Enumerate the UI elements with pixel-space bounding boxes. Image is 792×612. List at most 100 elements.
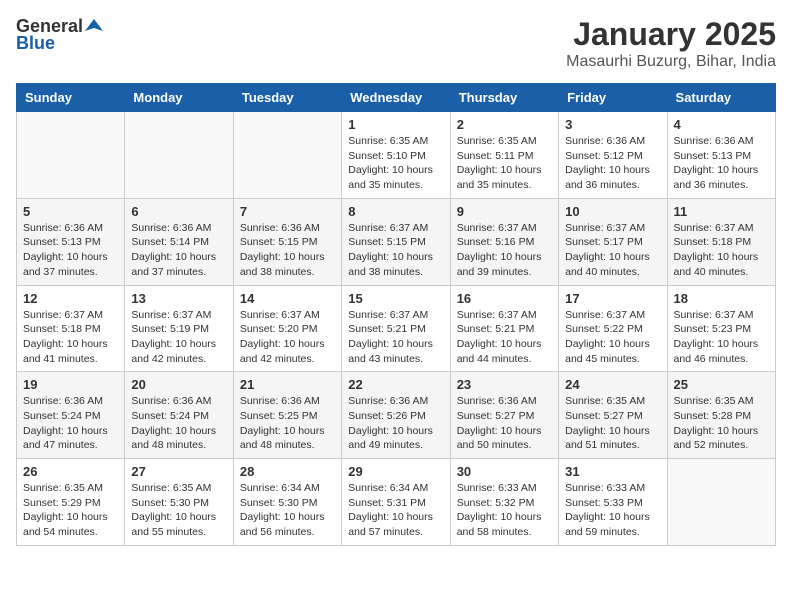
day-number: 7 xyxy=(240,204,335,219)
day-info: Sunrise: 6:36 AM Sunset: 5:13 PM Dayligh… xyxy=(674,134,769,193)
day-info: Sunrise: 6:35 AM Sunset: 5:27 PM Dayligh… xyxy=(565,394,660,453)
day-number: 2 xyxy=(457,117,552,132)
day-number: 30 xyxy=(457,464,552,479)
day-info: Sunrise: 6:37 AM Sunset: 5:22 PM Dayligh… xyxy=(565,308,660,367)
day-info: Sunrise: 6:37 AM Sunset: 5:23 PM Dayligh… xyxy=(674,308,769,367)
calendar-week-row: 12 Sunrise: 6:37 AM Sunset: 5:18 PM Dayli… xyxy=(17,285,776,372)
day-number: 31 xyxy=(565,464,660,479)
calendar-week-row: 26Sunrise: 6:35 AM Sunset: 5:29 PM Dayli… xyxy=(17,459,776,546)
calendar-cell: 16 Sunrise: 6:37 AM Sunset: 5:21 PM Dayli… xyxy=(450,285,558,372)
weekday-header-friday: Friday xyxy=(559,84,667,112)
calendar-cell: 23 Sunrise: 6:36 AM Sunset: 5:27 PM Dayli… xyxy=(450,372,558,459)
day-number: 23 xyxy=(457,377,552,392)
calendar-cell xyxy=(233,112,341,199)
weekday-header-thursday: Thursday xyxy=(450,84,558,112)
calendar-cell: 13 Sunrise: 6:37 AM Sunset: 5:19 PM Dayli… xyxy=(125,285,233,372)
calendar-cell: 12 Sunrise: 6:37 AM Sunset: 5:18 PM Dayli… xyxy=(17,285,125,372)
day-info: Sunrise: 6:37 AM Sunset: 5:18 PM Dayligh… xyxy=(23,308,118,367)
calendar-cell xyxy=(667,459,775,546)
page-header: General Blue January 2025 Masaurhi Buzur… xyxy=(16,16,776,71)
day-number: 27 xyxy=(131,464,226,479)
calendar-cell: 1 Sunrise: 6:35 AM Sunset: 5:10 PM Daylig… xyxy=(342,112,450,199)
calendar-cell: 17Sunrise: 6:37 AM Sunset: 5:22 PM Dayli… xyxy=(559,285,667,372)
day-info: Sunrise: 6:36 AM Sunset: 5:26 PM Dayligh… xyxy=(348,394,443,453)
day-number: 4 xyxy=(674,117,769,132)
weekday-header-sunday: Sunday xyxy=(17,84,125,112)
day-number: 22 xyxy=(348,377,443,392)
calendar-cell: 26Sunrise: 6:35 AM Sunset: 5:29 PM Dayli… xyxy=(17,459,125,546)
day-info: Sunrise: 6:35 AM Sunset: 5:11 PM Dayligh… xyxy=(457,134,552,193)
day-info: Sunrise: 6:33 AM Sunset: 5:32 PM Dayligh… xyxy=(457,481,552,540)
weekday-header-saturday: Saturday xyxy=(667,84,775,112)
day-info: Sunrise: 6:37 AM Sunset: 5:16 PM Dayligh… xyxy=(457,221,552,280)
day-number: 11 xyxy=(674,204,769,219)
location: Masaurhi Buzurg, Bihar, India xyxy=(566,53,776,71)
calendar-cell: 4 Sunrise: 6:36 AM Sunset: 5:13 PM Daylig… xyxy=(667,112,775,199)
calendar-cell: 3 Sunrise: 6:36 AM Sunset: 5:12 PM Daylig… xyxy=(559,112,667,199)
weekday-header-wednesday: Wednesday xyxy=(342,84,450,112)
calendar-cell: 29 Sunrise: 6:34 AM Sunset: 5:31 PM Dayli… xyxy=(342,459,450,546)
day-number: 20 xyxy=(131,377,226,392)
day-number: 24 xyxy=(565,377,660,392)
day-info: Sunrise: 6:37 AM Sunset: 5:18 PM Dayligh… xyxy=(674,221,769,280)
calendar-cell: 22 Sunrise: 6:36 AM Sunset: 5:26 PM Dayli… xyxy=(342,372,450,459)
day-info: Sunrise: 6:35 AM Sunset: 5:30 PM Dayligh… xyxy=(131,481,226,540)
day-number: 19 xyxy=(23,377,118,392)
calendar-cell: 6Sunrise: 6:36 AM Sunset: 5:14 PM Daylig… xyxy=(125,198,233,285)
day-number: 29 xyxy=(348,464,443,479)
day-info: Sunrise: 6:33 AM Sunset: 5:33 PM Dayligh… xyxy=(565,481,660,540)
day-number: 6 xyxy=(131,204,226,219)
day-number: 28 xyxy=(240,464,335,479)
day-info: Sunrise: 6:35 AM Sunset: 5:28 PM Dayligh… xyxy=(674,394,769,453)
day-info: Sunrise: 6:37 AM Sunset: 5:21 PM Dayligh… xyxy=(457,308,552,367)
day-info: Sunrise: 6:36 AM Sunset: 5:15 PM Dayligh… xyxy=(240,221,335,280)
calendar-cell: 27 Sunrise: 6:35 AM Sunset: 5:30 PM Dayli… xyxy=(125,459,233,546)
day-info: Sunrise: 6:36 AM Sunset: 5:27 PM Dayligh… xyxy=(457,394,552,453)
logo-bird-icon xyxy=(85,17,103,35)
calendar-week-row: 19 Sunrise: 6:36 AM Sunset: 5:24 PM Dayli… xyxy=(17,372,776,459)
day-number: 5 xyxy=(23,204,118,219)
title-block: January 2025 Masaurhi Buzurg, Bihar, Ind… xyxy=(566,16,776,71)
day-number: 26 xyxy=(23,464,118,479)
calendar-cell: 11 Sunrise: 6:37 AM Sunset: 5:18 PM Dayli… xyxy=(667,198,775,285)
day-info: Sunrise: 6:36 AM Sunset: 5:24 PM Dayligh… xyxy=(23,394,118,453)
day-number: 9 xyxy=(457,204,552,219)
day-number: 12 xyxy=(23,291,118,306)
day-info: Sunrise: 6:37 AM Sunset: 5:17 PM Dayligh… xyxy=(565,221,660,280)
calendar-week-row: 5 Sunrise: 6:36 AM Sunset: 5:13 PM Daylig… xyxy=(17,198,776,285)
day-number: 1 xyxy=(348,117,443,132)
day-info: Sunrise: 6:36 AM Sunset: 5:13 PM Dayligh… xyxy=(23,221,118,280)
calendar-cell xyxy=(125,112,233,199)
day-number: 10 xyxy=(565,204,660,219)
calendar-cell: 25Sunrise: 6:35 AM Sunset: 5:28 PM Dayli… xyxy=(667,372,775,459)
logo-blue-text: Blue xyxy=(16,33,55,54)
day-info: Sunrise: 6:34 AM Sunset: 5:30 PM Dayligh… xyxy=(240,481,335,540)
day-number: 14 xyxy=(240,291,335,306)
day-info: Sunrise: 6:35 AM Sunset: 5:10 PM Dayligh… xyxy=(348,134,443,193)
calendar-cell: 2 Sunrise: 6:35 AM Sunset: 5:11 PM Daylig… xyxy=(450,112,558,199)
day-info: Sunrise: 6:37 AM Sunset: 5:20 PM Dayligh… xyxy=(240,308,335,367)
calendar-cell: 18 Sunrise: 6:37 AM Sunset: 5:23 PM Dayli… xyxy=(667,285,775,372)
calendar-header-row: SundayMondayTuesdayWednesdayThursdayFrid… xyxy=(17,84,776,112)
day-number: 3 xyxy=(565,117,660,132)
calendar-cell: 9 Sunrise: 6:37 AM Sunset: 5:16 PM Daylig… xyxy=(450,198,558,285)
day-number: 16 xyxy=(457,291,552,306)
calendar-table: SundayMondayTuesdayWednesdayThursdayFrid… xyxy=(16,83,776,546)
day-number: 18 xyxy=(674,291,769,306)
day-info: Sunrise: 6:36 AM Sunset: 5:24 PM Dayligh… xyxy=(131,394,226,453)
calendar-cell: 5 Sunrise: 6:36 AM Sunset: 5:13 PM Daylig… xyxy=(17,198,125,285)
calendar-cell: 20 Sunrise: 6:36 AM Sunset: 5:24 PM Dayli… xyxy=(125,372,233,459)
calendar-cell: 19 Sunrise: 6:36 AM Sunset: 5:24 PM Dayli… xyxy=(17,372,125,459)
day-number: 21 xyxy=(240,377,335,392)
weekday-header-tuesday: Tuesday xyxy=(233,84,341,112)
day-number: 8 xyxy=(348,204,443,219)
day-info: Sunrise: 6:34 AM Sunset: 5:31 PM Dayligh… xyxy=(348,481,443,540)
weekday-header-monday: Monday xyxy=(125,84,233,112)
day-number: 13 xyxy=(131,291,226,306)
day-number: 15 xyxy=(348,291,443,306)
calendar-cell xyxy=(17,112,125,199)
day-info: Sunrise: 6:37 AM Sunset: 5:19 PM Dayligh… xyxy=(131,308,226,367)
day-info: Sunrise: 6:36 AM Sunset: 5:12 PM Dayligh… xyxy=(565,134,660,193)
logo: General Blue xyxy=(16,16,103,54)
calendar-cell: 10 Sunrise: 6:37 AM Sunset: 5:17 PM Dayli… xyxy=(559,198,667,285)
